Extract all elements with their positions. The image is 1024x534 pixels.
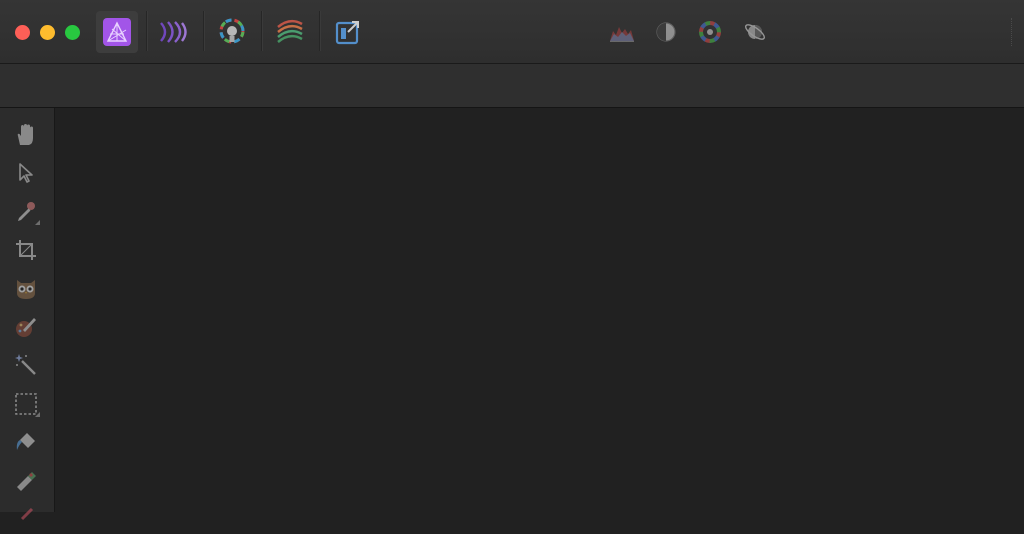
liquify-persona-button[interactable] [153,11,195,53]
histogram-button[interactable] [609,19,635,45]
tone-mapping-persona-button[interactable] [269,11,311,53]
context-toolbar [0,64,1024,108]
tools-panel [0,108,55,521]
view-tool-button[interactable] [11,120,41,150]
flood-fill-tool-button[interactable] [11,427,41,457]
selection-brush-tool-button[interactable] [11,274,41,304]
hand-icon [17,124,33,145]
clone-tool-button[interactable] [11,466,41,496]
brush-partial-icon [20,507,34,521]
minimize-window-button[interactable] [40,25,55,40]
develop-icon [219,18,245,44]
paint-brush-tool-button[interactable] [11,312,41,342]
pointer-arrow-icon [19,163,33,183]
white-balance-icon [745,24,765,40]
paint-bucket-icon [16,433,35,450]
auto-colour-button[interactable] [697,19,723,45]
contrast-icon [656,22,676,42]
color-picker-tool-button[interactable] [11,197,41,227]
magic-wand-icon [15,354,36,375]
export-icon [335,21,359,45]
toolbar-grip[interactable] [1011,18,1024,46]
crop-tool-button[interactable] [11,235,41,265]
maximize-window-button[interactable] [65,25,80,40]
photo-persona-button[interactable] [96,11,138,53]
move-tool-button[interactable] [11,158,41,188]
auto-contrast-button[interactable] [653,19,679,45]
auto-white-balance-button[interactable] [742,19,768,45]
color-wheel-icon [699,21,721,43]
flood-select-tool-button[interactable] [11,350,41,380]
tone-mapping-icon [277,19,303,43]
histogram-icon [610,27,634,42]
marquee-tool-button[interactable] [11,389,41,419]
paint-brush-icon [16,318,36,337]
next-tool-button[interactable] [11,504,41,534]
title-bar [0,0,1024,64]
develop-persona-button[interactable] [211,11,253,53]
crop-icon [16,240,36,260]
close-window-button[interactable] [15,25,30,40]
clone-stamp-icon [17,472,36,491]
liquify-icon [160,21,187,43]
affinity-photo-icon [103,18,131,46]
document-canvas[interactable] [55,108,1024,512]
owl-icon [17,280,35,299]
export-persona-button[interactable] [327,11,369,53]
